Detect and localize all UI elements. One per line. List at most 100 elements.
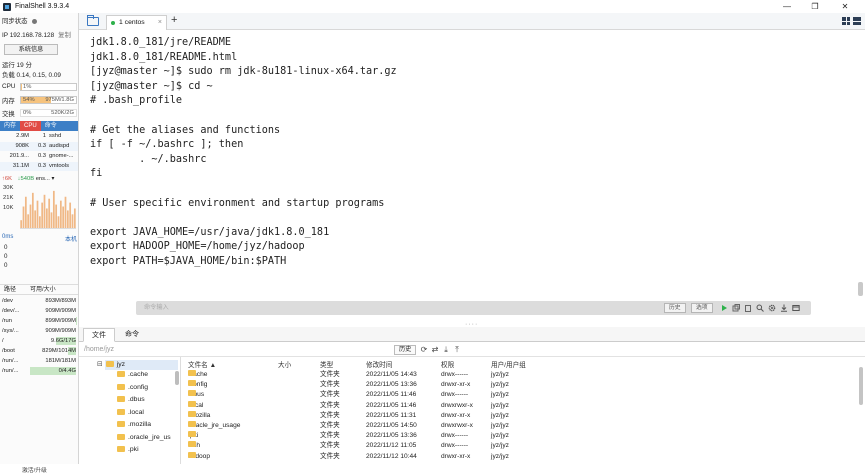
expand-icon[interactable]: ⊟ <box>97 361 103 368</box>
grid-layout-icon[interactable] <box>842 17 850 25</box>
file-permissions: drwxrwxr-x <box>441 421 473 431</box>
add-tab-button[interactable]: + <box>171 14 177 26</box>
tree-item[interactable]: .local <box>117 409 144 416</box>
file-row[interactable]: .ssh文件夹2022/11/12 11:05drwx------jyz/jyz <box>183 441 543 451</box>
tree-scrollbar[interactable] <box>175 371 179 385</box>
disk-size: 181M/181M <box>30 356 76 366</box>
disk-size: 909M/909M <box>30 326 76 336</box>
net-bar <box>69 203 71 228</box>
column-permissions[interactable]: 权限 <box>441 359 454 369</box>
minimize-button[interactable]: — <box>775 0 799 13</box>
gear-icon[interactable] <box>768 304 776 312</box>
tree-item[interactable]: .cache <box>117 371 148 378</box>
file-row[interactable]: .config文件夹2022/11/05 13:36drwxr-xr-xjyz/… <box>183 380 543 390</box>
process-row[interactable]: 908K 0.3 audispd <box>0 142 78 151</box>
activate-upgrade-link[interactable]: 激活/升级 <box>22 465 47 474</box>
tree-item[interactable]: .pki <box>117 446 139 453</box>
terminal-line: export PATH=$JAVA_HOME/bin:$PATH <box>90 255 397 270</box>
net-bar <box>41 203 43 228</box>
file-row[interactable]: .dbus文件夹2022/11/05 11:46drwx------jyz/jy… <box>183 390 543 400</box>
search-icon[interactable] <box>756 304 764 312</box>
network-header[interactable]: ↑6K ↓540B ens... ▾ <box>2 176 54 182</box>
copy-ip-link[interactable]: 复制 <box>58 32 71 39</box>
close-window-button[interactable]: ✕ <box>833 0 857 13</box>
file-modified: 2022/11/05 11:46 <box>366 401 416 411</box>
download-icon[interactable] <box>780 304 788 312</box>
process-row[interactable]: 2.9M 1 sshd <box>0 132 78 141</box>
disk-path: / <box>2 336 4 346</box>
copy-icon[interactable] <box>732 304 740 312</box>
maximize-button[interactable]: ❐ <box>803 0 827 13</box>
disk-row[interactable]: /run899M/909M <box>0 316 78 326</box>
disk-row[interactable]: /sys/...909M/909M <box>0 326 78 336</box>
command-history-button[interactable]: 历史 <box>664 303 686 313</box>
file-row[interactable]: hadoop文件夹2022/11/12 10:44drwxr-xr-xjyz/j… <box>183 452 543 462</box>
file-row[interactable]: .cache文件夹2022/11/05 14:43drwx------jyz/j… <box>183 370 543 380</box>
file-row[interactable]: .oracle_jre_usage文件夹2022/11/05 14:50drwx… <box>183 421 543 431</box>
mem-label: 内存 <box>2 96 15 105</box>
file-row[interactable]: .pki文件夹2022/11/05 13:36drwx------jyz/jyz <box>183 431 543 441</box>
app-logo-icon <box>3 3 11 11</box>
upload-file-icon[interactable]: ⤒ <box>453 346 461 354</box>
sync-icon[interactable]: ⇄ <box>431 346 439 354</box>
terminal-line: jdk1.8.0_181/jre/README <box>90 36 397 51</box>
folder-icon <box>117 421 125 427</box>
disk-row[interactable]: /dev/...909M/909M <box>0 306 78 316</box>
file-row[interactable]: .mozilla文件夹2022/11/05 11:31drwxr-xr-xjyz… <box>183 411 543 421</box>
column-size[interactable]: 大小 <box>278 359 291 369</box>
window-icon[interactable] <box>792 304 800 312</box>
process-row[interactable]: 31.1M 0.3 vmtools <box>0 162 78 171</box>
swap-value: 520K/2G <box>51 110 74 117</box>
file-owner: jyz/jyz <box>491 390 509 400</box>
file-list-scrollbar[interactable] <box>859 367 863 405</box>
latency-host[interactable]: 本机 <box>65 234 77 243</box>
system-info-button[interactable]: 系统信息 <box>4 44 58 55</box>
terminal-scrollbar[interactable] <box>858 282 863 296</box>
network-traffic-chart <box>20 186 76 229</box>
list-layout-icon[interactable] <box>853 17 861 25</box>
column-modified[interactable]: 修改时间 <box>366 359 392 369</box>
tree-item[interactable]: .mozilla <box>117 421 151 428</box>
command-options-button[interactable]: 选项 <box>691 303 713 313</box>
download-file-icon[interactable]: ⤓ <box>442 346 450 354</box>
column-name[interactable]: 文件名 ▲ <box>188 359 216 369</box>
disk-row[interactable]: /dev893M/893M <box>0 296 78 306</box>
net-bar <box>32 193 34 228</box>
run-icon[interactable] <box>720 304 728 312</box>
tree-item-root[interactable]: ⊟ jyz <box>97 360 125 368</box>
disk-row[interactable]: /run/...0/4.4G <box>0 366 78 376</box>
folder-icon <box>188 452 196 458</box>
disk-row[interactable]: /run/...181M/181M <box>0 356 78 366</box>
file-name-cell: .mozilla <box>188 411 210 421</box>
tree-item[interactable]: .oracle_jre_us <box>117 434 171 441</box>
file-type: 文件夹 <box>320 390 340 400</box>
file-list-header: 文件名 ▲ 大小 类型 修改时间 权限 用户/用户组 <box>183 359 543 369</box>
tab-session-centos[interactable]: 1 centos × <box>106 15 167 30</box>
net-bar <box>53 191 55 228</box>
folder-icon <box>106 361 114 367</box>
open-folder-icon[interactable] <box>87 17 99 26</box>
tree-item[interactable]: .config <box>117 384 148 391</box>
disk-row[interactable]: /boot829M/1014M <box>0 346 78 356</box>
column-owner[interactable]: 用户/用户组 <box>491 359 526 369</box>
command-input[interactable]: 命令输入 <box>144 301 169 315</box>
column-type[interactable]: 类型 <box>320 359 333 369</box>
tab-proc-cpu[interactable]: CPU <box>20 121 41 131</box>
refresh-icon[interactable]: ⟳ <box>420 346 428 354</box>
tree-item[interactable]: .dbus <box>117 396 145 403</box>
file-row[interactable]: .local文件夹2022/11/05 11:46drwxrwxr-xjyz/j… <box>183 401 543 411</box>
tree-item-label: jyz <box>117 361 125 368</box>
tab-proc-command[interactable]: 命令 <box>41 121 61 131</box>
process-row[interactable]: 201.9... 0.3 gnome-... <box>0 152 78 161</box>
clipboard-icon[interactable] <box>744 304 752 312</box>
file-owner: jyz/jyz <box>491 452 509 462</box>
current-path[interactable]: /home/jyz <box>84 343 114 357</box>
tab-files[interactable]: 文件 <box>83 328 115 342</box>
folder-icon <box>188 370 196 376</box>
path-history-button[interactable]: 历史 <box>394 345 416 355</box>
tab-proc-mem[interactable]: 内存 <box>0 121 20 131</box>
tab-commands[interactable]: 命令 <box>117 328 147 342</box>
disk-row[interactable]: /9.6G/17G <box>0 336 78 346</box>
terminal[interactable]: jdk1.8.0_181/jre/READMEjdk1.8.0_181/READ… <box>79 30 865 321</box>
close-tab-icon[interactable]: × <box>158 16 162 29</box>
